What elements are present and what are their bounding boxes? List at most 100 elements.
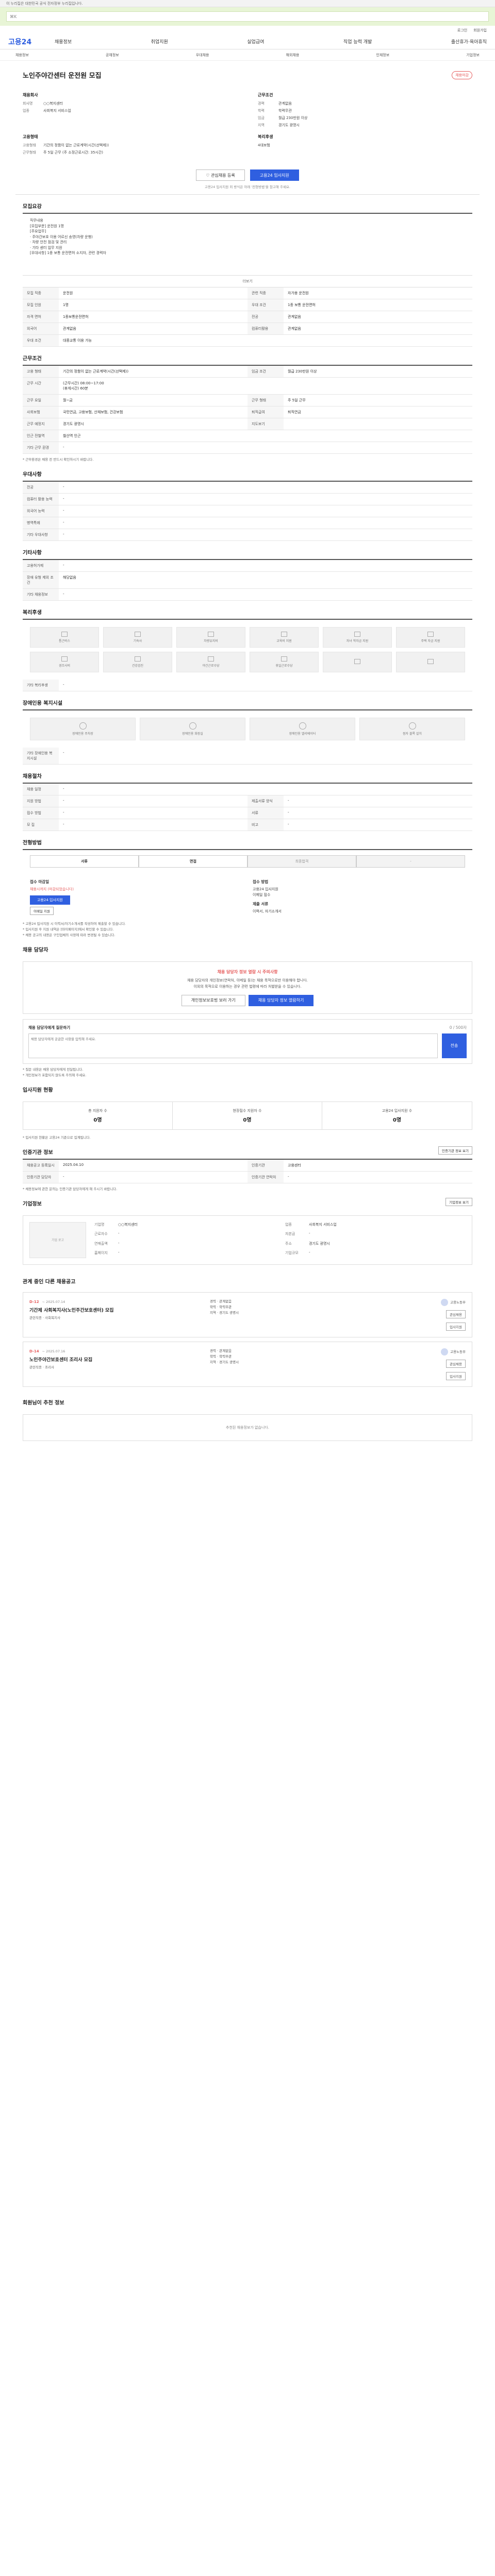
view-manager-button[interactable]: 채용 담당자 정보 열람하기 <box>248 994 314 1006</box>
privacy-law-button[interactable]: 개인정보보호법 보러 가기 <box>181 994 245 1006</box>
row-key: 우대 조건 <box>23 335 59 346</box>
apply-button[interactable]: 고용24 입사지원 <box>250 170 299 181</box>
row-key: 근무 요일 <box>23 395 59 406</box>
facility-icon <box>79 722 87 730</box>
company-card: 기업 로고 기업명 ○○복지센터 업종 사회복지 서비스업 근로자수 - 자본금 - 연매출액 -… <box>23 1215 472 1265</box>
step-list: 서류 면접 최종합격 - <box>23 850 472 873</box>
summary-condition: 근무조건 경력 관계없음 학력 학력무관 임금 월급 230만원 이상 지역 경기도 광… <box>258 92 472 130</box>
heart-icon: ♡ <box>206 173 211 178</box>
summary-heading: 고용형태 <box>23 134 38 139</box>
kv-key: 학력 <box>258 109 265 113</box>
site-logo[interactable]: 고용24 <box>8 37 55 47</box>
qna-send-button[interactable]: 전송 <box>442 1033 467 1058</box>
section-title: 채용절차 <box>23 774 42 780</box>
row-key: 지도보기 <box>248 418 284 430</box>
field-value: 사회복지 서비스업 <box>309 1222 337 1227</box>
row-key: 비고 <box>248 819 284 831</box>
menu-item-jobs[interactable]: 채용정보 <box>55 38 72 45</box>
section-title: 기업정보 <box>23 1201 42 1207</box>
subnav-item[interactable]: 채용정보 <box>15 53 29 58</box>
benefit-item: 차량유지비 <box>176 627 245 648</box>
facility-label: 장애인용 주차장 <box>72 732 93 736</box>
step-item: - <box>356 855 465 868</box>
row-key: 전공 <box>23 482 59 494</box>
info-button[interactable]: 인증기관 정보 보기 <box>438 1146 472 1155</box>
row-value: 경기도 광명시 <box>63 422 84 426</box>
row-value: 국민연금, 고용보험, 산재보험, 건강보험 <box>63 410 123 414</box>
warning-buttons: 개인정보보호법 보러 가기 채용 담당자 정보 열람하기 <box>30 994 465 1006</box>
benefit-label: 기숙사 <box>133 639 142 643</box>
qna-count: 0 / 500자 <box>449 1025 467 1030</box>
row-key: 기타 근무 환경 <box>23 442 59 453</box>
row-value: - <box>63 683 64 687</box>
login-link[interactable]: 로그인 <box>457 28 467 32</box>
benefit-label: 통근버스 <box>58 639 71 643</box>
subnav-item[interactable]: 우대채용 <box>196 53 209 58</box>
table-row: 장애 유형 제외 조건 해당없음 <box>23 572 472 589</box>
benefit-icon <box>135 632 141 637</box>
subnav-item[interactable]: 인재정보 <box>376 53 389 58</box>
row-key: 장애 유형 제외 조건 <box>23 572 59 589</box>
info-header: 인증기관 정보 인증기관 정보 보기 <box>15 1141 480 1159</box>
company-info-button[interactable]: 기업정보 보기 <box>446 1198 472 1207</box>
search-input[interactable]: ⌘K <box>6 11 489 22</box>
row-value: 월급 230만원 이상 <box>288 369 317 374</box>
similar-jobs: D-12 ~ 2025.07.14 기간제 사회복지사(노인주간보호센터) 모집 관련… <box>15 1292 480 1387</box>
recruit-info-box: 채용 일정 - 지원 방법 - 제출서류 양식 - 접수 방법 - 서류 - 모 집 - 비고 - <box>23 783 472 832</box>
status-badge: 채용마감 <box>452 71 472 79</box>
row-key: 우대 조건 <box>248 299 284 311</box>
card-apply-button[interactable]: 입사지원 <box>446 1322 466 1331</box>
status-item: 총 지원자 수 0명 <box>23 1101 173 1129</box>
signup-link[interactable]: 회원가입 <box>473 28 487 32</box>
facility-item: 점자 블록 설치 <box>359 718 465 741</box>
table-row: 모 집 - 비고 - <box>23 819 472 832</box>
cta-row: ♡ 관심채용 등록 고용24 입사지원 <box>15 164 480 184</box>
job-card[interactable]: D-14 ~ 2025.07.16 노인주야간보호센터 조리사 모집 관련직종 · 조… <box>23 1341 472 1387</box>
job-card[interactable]: D-12 ~ 2025.07.14 기간제 사회복지사(노인주간보호센터) 모집 관련… <box>23 1292 472 1337</box>
qna-input[interactable] <box>28 1033 438 1058</box>
card-apply-button[interactable]: 입사지원 <box>446 1371 466 1380</box>
row-key: 인증기관 담당자 <box>23 1171 59 1183</box>
row-value: 퇴직연금 <box>288 410 301 414</box>
card-scrap-button[interactable]: 관심채용 <box>446 1310 466 1318</box>
menu-item-support[interactable]: 취업지원 <box>151 38 168 45</box>
row-key: 기타 장애인용 복지시설 <box>23 748 59 765</box>
apply-online-button[interactable]: 고용24 입사지원 <box>30 895 70 905</box>
kv-value: 경기도 광명시 <box>278 123 300 127</box>
job-summary: 채용회사 회사명 ○○복지센터 업종 사회복지 서비스업 근무조건 경력 관계없음 학… <box>15 85 480 164</box>
card-scrap-button[interactable]: 관심채용 <box>446 1359 466 1368</box>
apply-deadline-heading: 접수 마감일 <box>30 879 50 885</box>
more-button[interactable]: 더보기 <box>23 276 472 287</box>
row-key: 병역특례 <box>23 517 59 529</box>
field-key: 기업규모 <box>285 1251 299 1256</box>
card-title[interactable]: 노인주야간보호센터 조리사 모집 <box>29 1356 205 1363</box>
row-key: 컴퓨터 활용 능력 <box>23 494 59 505</box>
summary-heading: 복리후생 <box>258 134 273 139</box>
kv-key: 업종 <box>23 109 29 113</box>
apply-right: 접수 방법 고용24 입사지원 이메일 접수 제출 서류 이력서, 자기소개서 <box>253 879 465 915</box>
status-count: 0명 <box>243 1117 252 1123</box>
table-row: 지원 방법 - 제출서류 양식 - <box>23 795 472 808</box>
menu-item-training[interactable]: 직업 능력 개발 <box>343 38 372 45</box>
card-title[interactable]: 기간제 사회복지사(노인주간보호센터) 모집 <box>29 1307 205 1313</box>
row-value: (근무시간) 08:00~17:00 (휴게시간) 60분 <box>63 381 104 391</box>
menu-item-leave[interactable]: 출산휴가·육아휴직 <box>451 38 487 45</box>
card-actions: 고용노동부 관심채용 입사지원 <box>404 1348 466 1380</box>
subnav-item[interactable]: 해외채용 <box>286 53 300 58</box>
row-value <box>284 418 472 430</box>
card-left: D-14 ~ 2025.07.16 노인주야간보호센터 조리사 모집 관련직종 · 조… <box>29 1348 205 1380</box>
row-key: 근무 형태 <box>248 395 284 406</box>
status-grid: 총 지원자 수 0명 현장접수 지원자 수 0명 고용24 입사지원 수 0명 <box>23 1101 472 1130</box>
row-key: 모집 인원 <box>23 299 59 311</box>
cta-note: 고용24 입사지원 외 방식은 아래 '전형방법'을 참고해 주세요. <box>15 184 480 195</box>
scrap-button[interactable]: ♡ 관심채용 등록 <box>196 170 245 181</box>
summary-welfare: 복리후생 4대보험 <box>258 134 472 157</box>
menu-item-unemployment[interactable]: 실업급여 <box>247 38 264 45</box>
apply-email-button[interactable]: 이메일 지원 <box>30 907 54 916</box>
work-table: 고용 형태 기간의 정함이 없는 근로계약(시간(선택제)) 임금 조건 월급 230… <box>23 366 472 454</box>
subnav-item[interactable]: 공채정보 <box>106 53 119 58</box>
row-value: 2025.04.10 <box>63 1162 84 1167</box>
gov-emblem-icon <box>441 1348 449 1355</box>
field-value: - <box>118 1231 120 1236</box>
subnav-item[interactable]: 기업정보 <box>466 53 480 58</box>
